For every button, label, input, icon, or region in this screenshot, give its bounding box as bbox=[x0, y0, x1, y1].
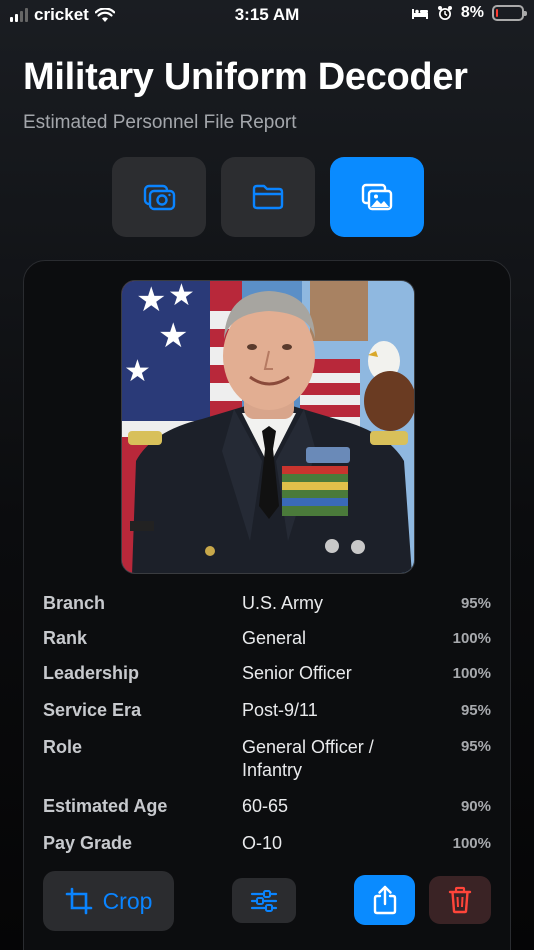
crop-icon bbox=[65, 887, 92, 915]
page-subtitle: Estimated Personnel File Report bbox=[23, 112, 297, 133]
alarm-icon bbox=[437, 6, 452, 20]
folder-button[interactable] bbox=[221, 157, 315, 237]
attribute-row-leadership: Leadership Senior Officer 100% bbox=[43, 663, 493, 700]
attribute-label: Estimated Age bbox=[43, 796, 168, 816]
crop-button[interactable]: Crop bbox=[43, 871, 174, 931]
app-screen: cricket 3:15 AM 8% Military Uniform Deco… bbox=[0, 0, 534, 950]
battery-icon bbox=[492, 5, 527, 21]
attribute-row-role: Role General Officer / Infantry 95% bbox=[43, 737, 493, 796]
attribute-value: 60-65 bbox=[242, 796, 289, 816]
source-button-group bbox=[112, 157, 424, 237]
crop-button-label: Crop bbox=[102, 887, 153, 914]
svg-text:★: ★ bbox=[124, 354, 151, 389]
photo-gallery-icon bbox=[361, 183, 393, 211]
battery-percent: 8% bbox=[460, 4, 484, 21]
attribute-value: O-10 bbox=[242, 833, 283, 853]
sliders-icon bbox=[250, 889, 278, 912]
attribute-value: General Officer / Infantry bbox=[242, 737, 374, 780]
attribute-label: Leadership bbox=[43, 663, 140, 683]
share-button[interactable] bbox=[354, 875, 415, 925]
attribute-label: Pay Grade bbox=[43, 833, 133, 853]
analyzed-photo[interactable]: ★ ★ ★ ★ bbox=[121, 280, 415, 574]
folder-icon bbox=[252, 184, 284, 210]
attribute-label: Rank bbox=[43, 628, 88, 648]
confidence-score: 100% bbox=[452, 665, 491, 682]
confidence-score: 100% bbox=[452, 630, 491, 647]
attribute-value: U.S. Army bbox=[242, 593, 324, 613]
svg-text:★: ★ bbox=[136, 281, 166, 320]
uniform-portrait-image: ★ ★ ★ ★ bbox=[122, 281, 414, 573]
attribute-label: Service Era bbox=[43, 700, 142, 720]
attribute-label: Role bbox=[43, 737, 83, 757]
confidence-score: 90% bbox=[460, 798, 491, 815]
svg-text:★: ★ bbox=[168, 281, 195, 313]
page-title: Military Uniform Decoder bbox=[23, 56, 468, 98]
camera-icon bbox=[143, 184, 176, 211]
status-bar: cricket 3:15 AM 8% bbox=[0, 0, 534, 32]
attribute-row-branch: Branch U.S. Army 95% bbox=[43, 591, 493, 627]
attribute-row-pay-grade: Pay Grade O-10 100% bbox=[43, 833, 493, 870]
confidence-score: 95% bbox=[460, 738, 491, 755]
confidence-score: 95% bbox=[460, 595, 491, 612]
attribute-value: Post-9/11 bbox=[242, 700, 318, 720]
photo-library-button[interactable] bbox=[330, 157, 424, 237]
attribute-row-estimated-age: Estimated Age 60-65 90% bbox=[43, 796, 493, 833]
attribute-value: Senior Officer bbox=[242, 663, 352, 683]
attribute-list: Branch U.S. Army 95% Rank General 100% L… bbox=[43, 591, 493, 870]
status-right: 8% bbox=[411, 4, 527, 22]
result-card: ★ ★ ★ ★ Branch U.S. Army 95% Rank Genera… bbox=[23, 260, 511, 950]
trash-icon bbox=[448, 886, 472, 914]
svg-text:★: ★ bbox=[158, 316, 188, 356]
confidence-score: 95% bbox=[460, 702, 491, 719]
adjust-button[interactable] bbox=[232, 878, 296, 923]
share-icon bbox=[373, 885, 396, 915]
attribute-row-service-era: Service Era Post-9/11 95% bbox=[43, 700, 493, 737]
delete-button[interactable] bbox=[429, 876, 491, 924]
attribute-value: General bbox=[242, 628, 307, 648]
camera-button[interactable] bbox=[112, 157, 206, 237]
bed-icon bbox=[411, 9, 428, 19]
battery-level bbox=[496, 9, 498, 17]
attribute-label: Branch bbox=[43, 593, 106, 613]
attribute-row-rank: Rank General 100% bbox=[43, 627, 493, 663]
confidence-score: 100% bbox=[452, 835, 491, 852]
